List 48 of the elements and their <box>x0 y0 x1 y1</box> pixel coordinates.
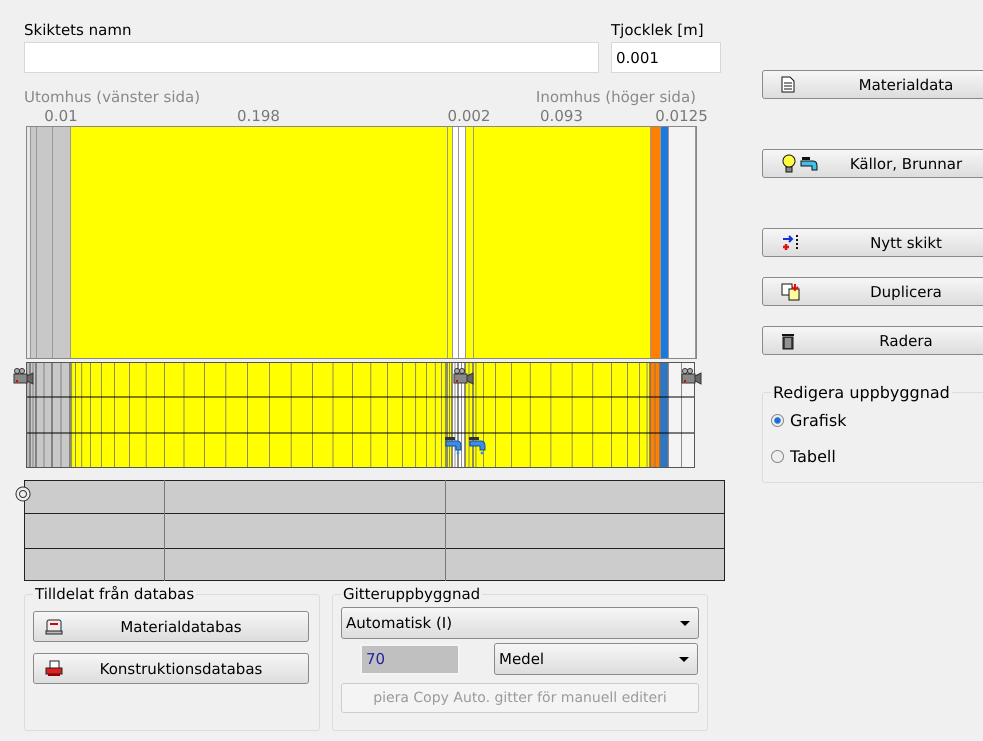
wall-layer[interactable] <box>53 127 71 358</box>
thickness-label: 0.002 <box>448 106 490 126</box>
group-title: Gitteruppbyggnad <box>342 585 482 603</box>
indoor-label: Inomhus (höger sida) <box>536 88 696 106</box>
document-icon <box>781 76 795 93</box>
printer-icon <box>44 660 64 678</box>
wall-layer[interactable] <box>661 127 669 358</box>
layer-name-field[interactable] <box>24 42 599 73</box>
wall-layer[interactable] <box>459 127 466 358</box>
field-label: Skiktets namn <box>24 21 132 41</box>
action-button[interactable]: Duplicera <box>762 277 983 306</box>
wall-layer[interactable] <box>466 127 474 358</box>
camera-icon[interactable] <box>680 368 702 386</box>
thickness-label: 0.0125 <box>655 106 708 126</box>
outdoor-label: Utomhus (vänster sida) <box>24 88 200 106</box>
wall-layer[interactable] <box>27 127 31 358</box>
action-button[interactable]: Materialdata <box>762 70 983 99</box>
action-button[interactable]: Nytt skikt <box>762 228 983 257</box>
database-button[interactable]: Konstruktionsdatabas <box>33 653 309 684</box>
thickness-label: 0.198 <box>237 106 280 126</box>
group-title: Redigera uppbyggnad <box>772 383 951 402</box>
thickness-label: 0.01 <box>44 106 78 126</box>
field-label: Tjocklek [m] <box>611 21 704 41</box>
duplicate-icon <box>781 282 801 300</box>
thickness-field[interactable]: 0.001 <box>611 42 721 73</box>
thickness-label: 0.093 <box>540 106 583 126</box>
wall-layer[interactable] <box>669 127 696 358</box>
tap-icon[interactable] <box>467 435 487 455</box>
radio-option[interactable]: Tabell <box>771 438 983 474</box>
action-button[interactable]: Radera <box>762 326 983 355</box>
wall-layer[interactable] <box>37 127 53 358</box>
grid-mode-dropdown[interactable]: Automatisk (I) <box>341 607 699 639</box>
wall-layer[interactable] <box>31 127 37 358</box>
camera-icon[interactable] <box>12 368 34 386</box>
database-button[interactable]: Materialdatabas <box>33 611 309 642</box>
wall-layer[interactable] <box>448 127 453 358</box>
target-icon[interactable] <box>15 486 31 502</box>
group-title: Tilldelat från databas <box>34 585 196 603</box>
bulb-and-tap-icon <box>781 154 819 174</box>
action-button[interactable]: Källor, Brunnar <box>762 149 983 178</box>
camera-icon[interactable] <box>452 368 474 386</box>
trash-icon <box>781 332 795 350</box>
density-dropdown[interactable]: Medel <box>494 643 698 675</box>
wall-layer[interactable] <box>453 127 459 358</box>
add-layer-icon <box>781 234 801 252</box>
grid-count-field[interactable]: 70 <box>360 644 460 674</box>
tap-icon[interactable] <box>443 435 463 455</box>
radio-option[interactable]: Grafisk <box>771 402 983 438</box>
